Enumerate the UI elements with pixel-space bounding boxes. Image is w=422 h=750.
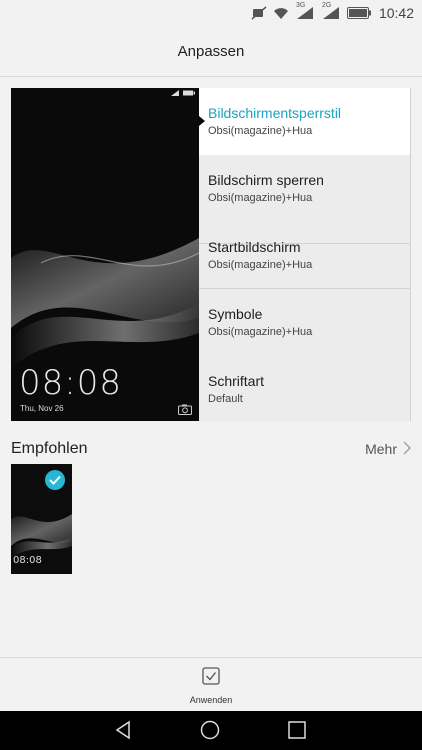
selected-check-icon: [45, 470, 65, 490]
page-title: Anpassen: [0, 26, 422, 77]
thumbnail-clock: 08:08: [13, 555, 42, 566]
more-label: Mehr: [365, 441, 397, 457]
battery-icon: [346, 7, 371, 19]
more-link[interactable]: Mehr: [365, 441, 411, 458]
menu-item-label: Symbole: [208, 306, 263, 322]
preview-date: Thu, Nov 26: [20, 404, 64, 413]
recommended-header: Empfohlen Mehr: [11, 437, 411, 461]
menu-item-font[interactable]: Schriftart Default: [199, 356, 411, 421]
apply-label: Anwenden: [189, 695, 233, 705]
back-icon[interactable]: [114, 720, 134, 745]
camera-icon: [178, 402, 192, 420]
menu-item-value: Obsi(magazine)+Hua: [208, 192, 313, 204]
scrollbar[interactable]: [410, 88, 411, 421]
menu-item-icons[interactable]: Symbole Obsi(magazine)+Hua: [199, 289, 411, 356]
preview-clock: 08:08: [19, 363, 122, 403]
menu-item-value: Obsi(magazine)+Hua: [208, 125, 313, 137]
apply-check-icon: [202, 667, 220, 690]
status-bar: 3G 2G 10:42: [0, 0, 422, 26]
preview-status-icons: [170, 90, 195, 96]
signal-3g-icon: 3G: [295, 2, 315, 20]
menu-item-lockscreen-style[interactable]: Bildschirmentsperrstil Obsi(magazine)+Hu…: [199, 88, 411, 155]
mute-icon: [251, 6, 267, 20]
apply-button[interactable]: Anwenden: [0, 657, 422, 712]
recent-apps-icon[interactable]: [287, 720, 307, 745]
recommended-title: Empfohlen: [11, 440, 88, 457]
clock-time: 10:42: [378, 5, 414, 21]
chevron-right-icon: [403, 441, 411, 458]
menu-item-value: Default: [208, 393, 243, 405]
menu-item-value: Obsi(magazine)+Hua: [208, 259, 313, 271]
lockscreen-preview[interactable]: 08:08 Thu, Nov 26: [11, 88, 199, 421]
wifi-icon: [273, 7, 289, 20]
recommended-theme-thumbnail[interactable]: 08:08: [11, 464, 72, 574]
menu-item-home-screen[interactable]: Startbildschirm Obsi(magazine)+Hua: [199, 222, 411, 289]
navigation-bar: [0, 711, 422, 750]
customize-menu: Bildschirmentsperrstil Obsi(magazine)+Hu…: [199, 88, 411, 421]
menu-item-label: Startbildschirm: [208, 239, 301, 255]
menu-item-label: Bildschirm sperren: [208, 172, 324, 188]
menu-item-label: Bildschirmentsperrstil: [208, 105, 342, 121]
menu-item-value: Obsi(magazine)+Hua: [208, 326, 313, 338]
menu-item-lock-screen[interactable]: Bildschirm sperren Obsi(magazine)+Hua: [199, 155, 411, 222]
signal-2g-icon: 2G: [321, 2, 341, 20]
theme-panel: 08:08 Thu, Nov 26 Bildschirmentsperrstil…: [11, 88, 411, 421]
menu-item-label: Schriftart: [208, 373, 265, 389]
selection-pointer: [199, 116, 205, 126]
home-icon[interactable]: [200, 720, 220, 745]
